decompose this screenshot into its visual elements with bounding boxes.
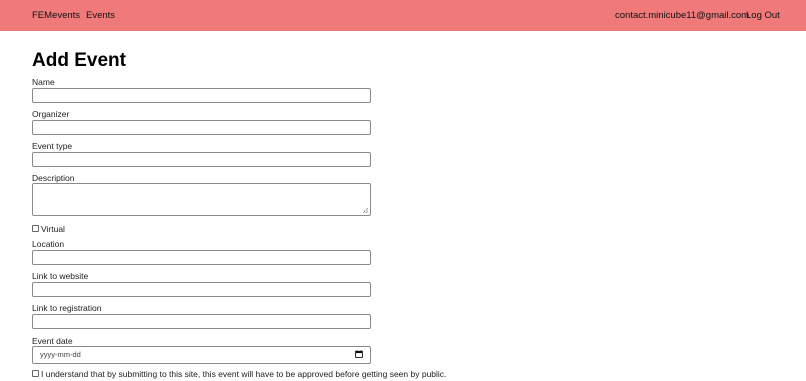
- event-date-placeholder: yyyy-mm-dd: [40, 350, 81, 359]
- virtual-checkbox[interactable]: [32, 225, 39, 232]
- registration-label: Link to registration: [32, 303, 102, 313]
- consent-label: I understand that by submitting to this …: [41, 369, 447, 379]
- location-input[interactable]: [32, 250, 371, 265]
- calendar-icon[interactable]: [355, 350, 363, 358]
- website-label: Link to website: [32, 271, 89, 281]
- user-email-link[interactable]: contact.minicube11@gmail.com: [615, 10, 749, 21]
- description-label: Description: [32, 173, 75, 183]
- virtual-label: Virtual: [41, 224, 65, 234]
- organizer-label: Organizer: [32, 109, 70, 119]
- name-input[interactable]: [32, 88, 371, 103]
- location-label: Location: [32, 239, 65, 249]
- event-date-input[interactable]: yyyy-mm-dd: [32, 346, 371, 364]
- top-navbar: FEMevents Events contact.minicube11@gmai…: [0, 0, 806, 31]
- events-nav-link[interactable]: Events: [86, 10, 115, 21]
- website-input[interactable]: [32, 282, 371, 297]
- event-date-label: Event date: [32, 336, 73, 346]
- resize-grip-icon[interactable]: [363, 208, 368, 213]
- event-type-label: Event type: [32, 141, 73, 151]
- organizer-input[interactable]: [32, 120, 371, 135]
- page-title: Add Event: [32, 50, 126, 71]
- logout-link[interactable]: Log Out: [746, 10, 780, 21]
- consent-checkbox[interactable]: [32, 370, 39, 377]
- description-textarea[interactable]: [32, 183, 371, 216]
- name-label: Name: [32, 77, 55, 87]
- brand-link[interactable]: FEMevents: [32, 10, 80, 21]
- event-type-input[interactable]: [32, 152, 371, 167]
- registration-input[interactable]: [32, 314, 371, 329]
